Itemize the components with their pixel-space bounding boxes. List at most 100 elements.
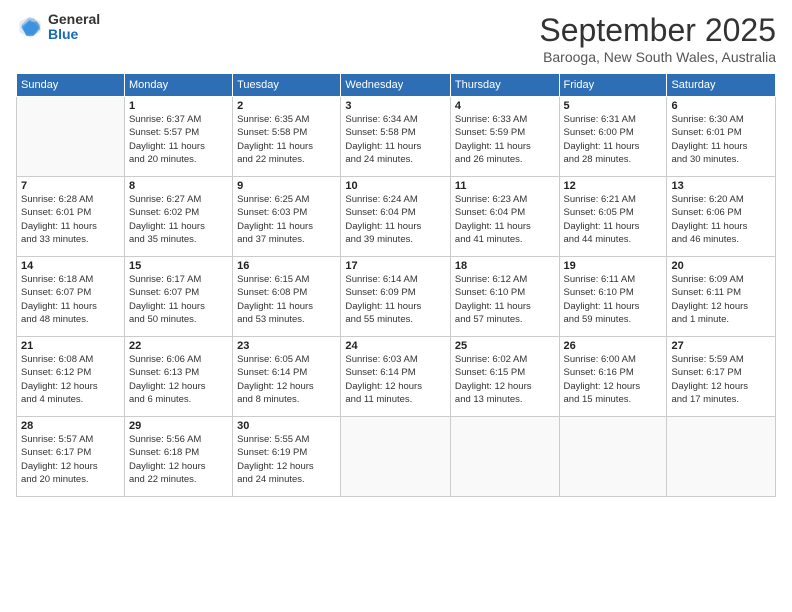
day-number: 11 [455,180,555,192]
day-info: Sunrise: 6:35 AM Sunset: 5:58 PM Dayligh… [237,113,336,166]
day-info: Sunrise: 6:30 AM Sunset: 6:01 PM Dayligh… [671,113,771,166]
col-friday: Friday [559,74,667,97]
day-info: Sunrise: 6:17 AM Sunset: 6:07 PM Dayligh… [129,273,228,326]
calendar-cell: 5Sunrise: 6:31 AM Sunset: 6:00 PM Daylig… [559,97,667,177]
day-number: 29 [129,420,228,432]
day-info: Sunrise: 6:00 AM Sunset: 6:16 PM Dayligh… [564,353,663,406]
calendar-week-4: 28Sunrise: 5:57 AM Sunset: 6:17 PM Dayli… [17,417,776,497]
day-info: Sunrise: 6:12 AM Sunset: 6:10 PM Dayligh… [455,273,555,326]
day-info: Sunrise: 6:20 AM Sunset: 6:06 PM Dayligh… [671,193,771,246]
day-info: Sunrise: 6:27 AM Sunset: 6:02 PM Dayligh… [129,193,228,246]
day-info: Sunrise: 6:18 AM Sunset: 6:07 PM Dayligh… [21,273,120,326]
day-info: Sunrise: 6:34 AM Sunset: 5:58 PM Dayligh… [345,113,446,166]
calendar-cell: 3Sunrise: 6:34 AM Sunset: 5:58 PM Daylig… [341,97,451,177]
calendar-cell: 20Sunrise: 6:09 AM Sunset: 6:11 PM Dayli… [667,257,776,337]
calendar-table: Sunday Monday Tuesday Wednesday Thursday… [16,73,776,497]
day-number: 30 [237,420,336,432]
day-info: Sunrise: 5:55 AM Sunset: 6:19 PM Dayligh… [237,433,336,486]
calendar-title: September 2025 [539,12,776,49]
col-thursday: Thursday [450,74,559,97]
header-row: Sunday Monday Tuesday Wednesday Thursday… [17,74,776,97]
day-info: Sunrise: 6:09 AM Sunset: 6:11 PM Dayligh… [671,273,771,326]
day-number: 23 [237,340,336,352]
day-info: Sunrise: 5:57 AM Sunset: 6:17 PM Dayligh… [21,433,120,486]
calendar-week-1: 7Sunrise: 6:28 AM Sunset: 6:01 PM Daylig… [17,177,776,257]
day-info: Sunrise: 6:08 AM Sunset: 6:12 PM Dayligh… [21,353,120,406]
day-info: Sunrise: 5:56 AM Sunset: 6:18 PM Dayligh… [129,433,228,486]
day-info: Sunrise: 6:03 AM Sunset: 6:14 PM Dayligh… [345,353,446,406]
calendar-cell: 6Sunrise: 6:30 AM Sunset: 6:01 PM Daylig… [667,97,776,177]
logo-text: General Blue [48,12,100,43]
calendar-cell: 19Sunrise: 6:11 AM Sunset: 6:10 PM Dayli… [559,257,667,337]
calendar-subtitle: Barooga, New South Wales, Australia [539,49,776,65]
calendar-cell: 18Sunrise: 6:12 AM Sunset: 6:10 PM Dayli… [450,257,559,337]
col-saturday: Saturday [667,74,776,97]
calendar-cell: 16Sunrise: 6:15 AM Sunset: 6:08 PM Dayli… [233,257,341,337]
day-number: 24 [345,340,446,352]
day-number: 7 [21,180,120,192]
calendar-cell: 26Sunrise: 6:00 AM Sunset: 6:16 PM Dayli… [559,337,667,417]
calendar-cell: 14Sunrise: 6:18 AM Sunset: 6:07 PM Dayli… [17,257,125,337]
day-number: 27 [671,340,771,352]
col-sunday: Sunday [17,74,125,97]
day-number: 22 [129,340,228,352]
calendar-cell: 2Sunrise: 6:35 AM Sunset: 5:58 PM Daylig… [233,97,341,177]
day-info: Sunrise: 6:05 AM Sunset: 6:14 PM Dayligh… [237,353,336,406]
day-info: Sunrise: 6:33 AM Sunset: 5:59 PM Dayligh… [455,113,555,166]
calendar-cell: 7Sunrise: 6:28 AM Sunset: 6:01 PM Daylig… [17,177,125,257]
day-info: Sunrise: 6:24 AM Sunset: 6:04 PM Dayligh… [345,193,446,246]
calendar-cell: 30Sunrise: 5:55 AM Sunset: 6:19 PM Dayli… [233,417,341,497]
calendar-cell [17,97,125,177]
day-info: Sunrise: 6:28 AM Sunset: 6:01 PM Dayligh… [21,193,120,246]
calendar-cell: 9Sunrise: 6:25 AM Sunset: 6:03 PM Daylig… [233,177,341,257]
calendar-cell: 22Sunrise: 6:06 AM Sunset: 6:13 PM Dayli… [124,337,232,417]
day-info: Sunrise: 6:31 AM Sunset: 6:00 PM Dayligh… [564,113,663,166]
calendar-cell: 15Sunrise: 6:17 AM Sunset: 6:07 PM Dayli… [124,257,232,337]
day-number: 5 [564,100,663,112]
calendar-cell: 8Sunrise: 6:27 AM Sunset: 6:02 PM Daylig… [124,177,232,257]
day-info: Sunrise: 6:11 AM Sunset: 6:10 PM Dayligh… [564,273,663,326]
calendar-cell: 12Sunrise: 6:21 AM Sunset: 6:05 PM Dayli… [559,177,667,257]
calendar-cell: 11Sunrise: 6:23 AM Sunset: 6:04 PM Dayli… [450,177,559,257]
calendar-cell: 29Sunrise: 5:56 AM Sunset: 6:18 PM Dayli… [124,417,232,497]
calendar-cell: 10Sunrise: 6:24 AM Sunset: 6:04 PM Dayli… [341,177,451,257]
day-number: 6 [671,100,771,112]
logo-blue: Blue [48,27,100,42]
day-info: Sunrise: 6:23 AM Sunset: 6:04 PM Dayligh… [455,193,555,246]
calendar-cell: 27Sunrise: 5:59 AM Sunset: 6:17 PM Dayli… [667,337,776,417]
day-info: Sunrise: 6:15 AM Sunset: 6:08 PM Dayligh… [237,273,336,326]
day-number: 19 [564,260,663,272]
day-info: Sunrise: 6:25 AM Sunset: 6:03 PM Dayligh… [237,193,336,246]
day-number: 16 [237,260,336,272]
day-number: 26 [564,340,663,352]
calendar-cell: 4Sunrise: 6:33 AM Sunset: 5:59 PM Daylig… [450,97,559,177]
day-number: 9 [237,180,336,192]
calendar-cell: 28Sunrise: 5:57 AM Sunset: 6:17 PM Dayli… [17,417,125,497]
day-number: 1 [129,100,228,112]
day-number: 3 [345,100,446,112]
day-number: 14 [21,260,120,272]
header: General Blue September 2025 Barooga, New… [16,12,776,65]
col-wednesday: Wednesday [341,74,451,97]
calendar-week-0: 1Sunrise: 6:37 AM Sunset: 5:57 PM Daylig… [17,97,776,177]
day-info: Sunrise: 6:37 AM Sunset: 5:57 PM Dayligh… [129,113,228,166]
day-number: 17 [345,260,446,272]
day-info: Sunrise: 6:21 AM Sunset: 6:05 PM Dayligh… [564,193,663,246]
calendar-cell: 21Sunrise: 6:08 AM Sunset: 6:12 PM Dayli… [17,337,125,417]
calendar-cell [667,417,776,497]
day-number: 12 [564,180,663,192]
day-number: 2 [237,100,336,112]
logo: General Blue [16,12,100,43]
day-info: Sunrise: 6:02 AM Sunset: 6:15 PM Dayligh… [455,353,555,406]
logo-icon [16,13,44,41]
day-number: 18 [455,260,555,272]
title-section: September 2025 Barooga, New South Wales,… [539,12,776,65]
day-info: Sunrise: 6:14 AM Sunset: 6:09 PM Dayligh… [345,273,446,326]
day-number: 10 [345,180,446,192]
calendar-cell [341,417,451,497]
day-number: 13 [671,180,771,192]
calendar-cell: 17Sunrise: 6:14 AM Sunset: 6:09 PM Dayli… [341,257,451,337]
page: General Blue September 2025 Barooga, New… [0,0,792,612]
day-number: 28 [21,420,120,432]
day-info: Sunrise: 5:59 AM Sunset: 6:17 PM Dayligh… [671,353,771,406]
